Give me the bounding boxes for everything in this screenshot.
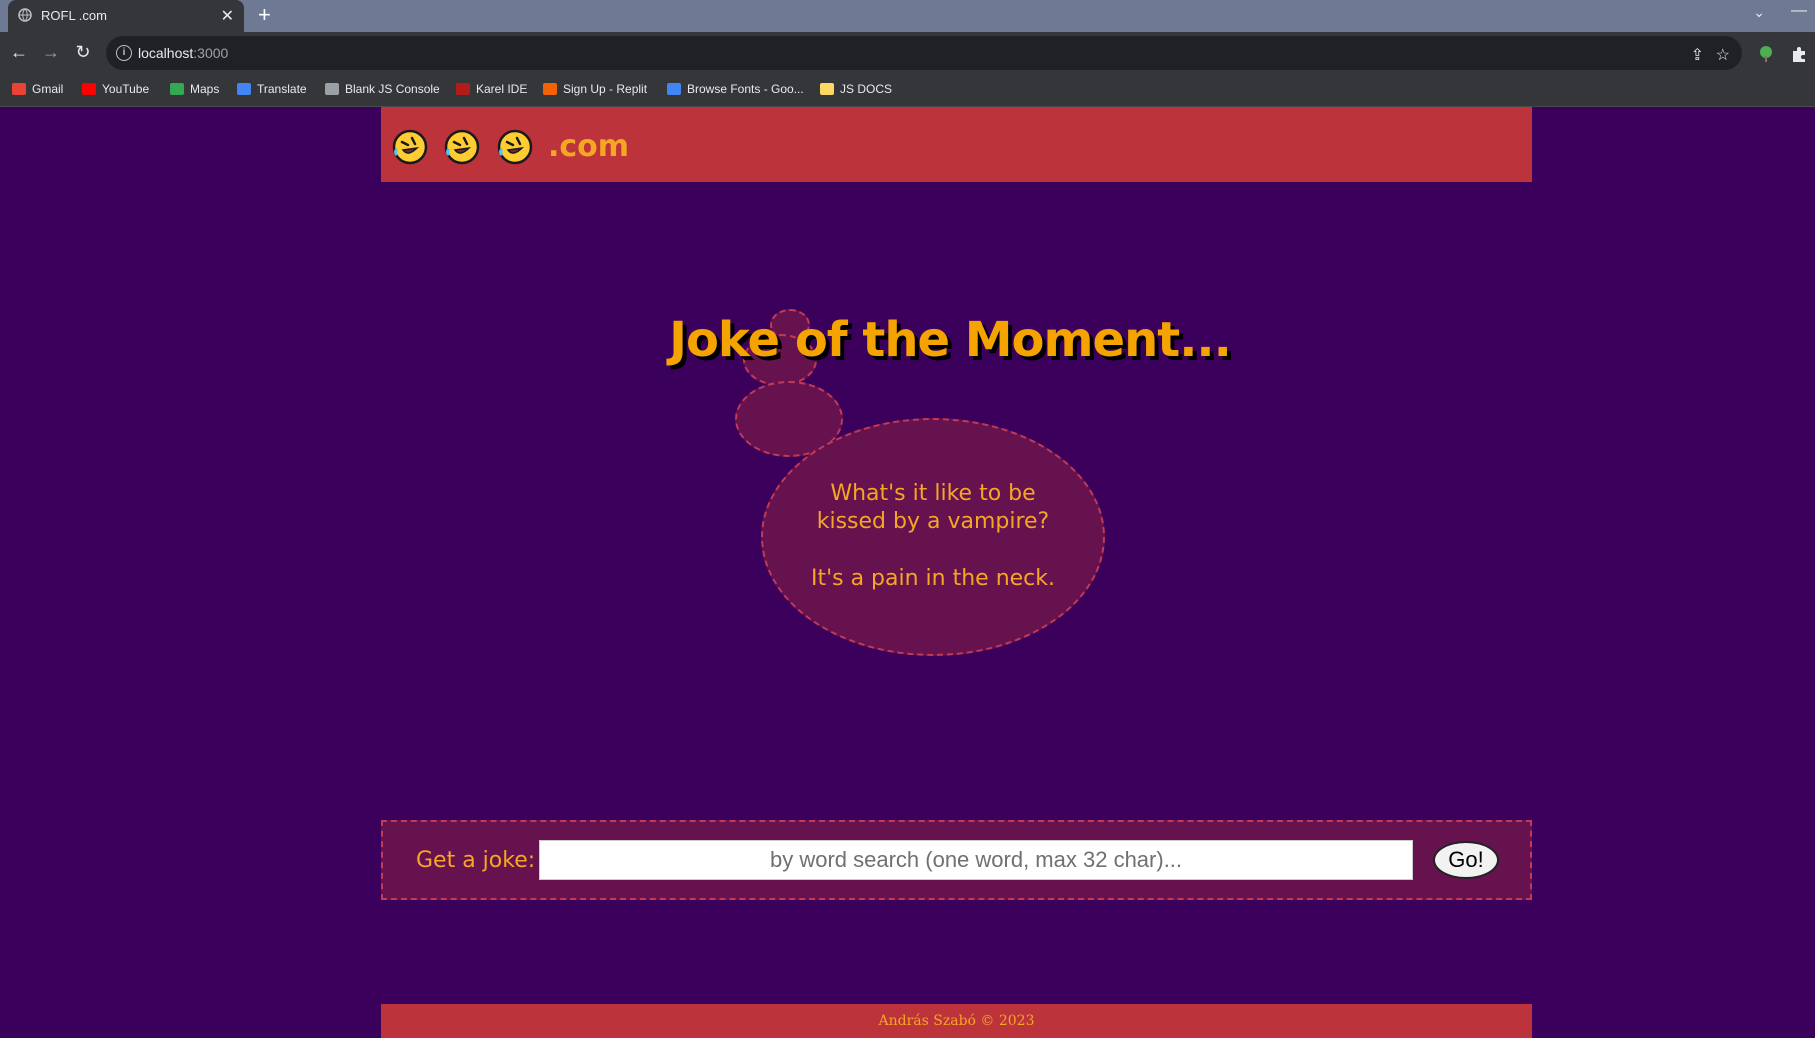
rofl-icon <box>392 129 428 165</box>
bookmark-item[interactable]: YouTube <box>82 82 149 96</box>
browser-tab[interactable]: ROFL .com ✕ <box>8 0 244 32</box>
tree-extension-icon[interactable] <box>1757 45 1775 63</box>
bookmark-label: JS DOCS <box>840 82 893 96</box>
bookmark-item[interactable]: Browse Fonts - Goo... <box>667 82 804 96</box>
footer-copyright: András Szabó © 2023 <box>878 1013 1035 1029</box>
bookmark-item[interactable]: JS DOCS <box>820 82 892 96</box>
back-icon[interactable]: ← <box>8 41 30 63</box>
forward-icon[interactable]: → <box>40 41 62 63</box>
search-label: Get a joke: <box>416 848 536 873</box>
site-footer: András Szabó © 2023 <box>381 1004 1532 1038</box>
bookmark-favicon-icon <box>820 83 834 95</box>
bookmark-item[interactable]: Sign Up - Replit <box>543 82 647 96</box>
site-header: .com <box>381 107 1532 182</box>
address-bar[interactable]: i localhost:3000 ⇪ ☆ <box>106 36 1742 70</box>
page-title: Joke of the Moment... <box>669 312 1232 368</box>
minimize-icon[interactable]: — <box>1791 2 1807 20</box>
share-icon[interactable]: ⇪ <box>1691 45 1704 65</box>
bookmark-favicon-icon <box>543 83 557 95</box>
bookmark-star-icon[interactable]: ☆ <box>1716 45 1730 65</box>
rofl-icon <box>497 129 533 165</box>
bookmark-label: YouTube <box>102 82 150 96</box>
bookmark-item[interactable]: Blank JS Console <box>325 82 440 96</box>
bookmark-label: Blank JS Console <box>345 82 440 96</box>
bookmark-label: Sign Up - Replit <box>563 82 648 96</box>
joke-search-form: Get a joke: Go! <box>381 820 1532 900</box>
reload-icon[interactable]: ↻ <box>72 41 94 63</box>
bookmark-favicon-icon <box>325 83 339 95</box>
rofl-icon <box>444 129 480 165</box>
bookmark-item[interactable]: Karel IDE <box>456 82 527 96</box>
site-info-icon[interactable]: i <box>116 45 132 61</box>
tab-strip: ROFL .com ✕ + ⌄ — <box>0 0 1815 32</box>
bookmark-label: Karel IDE <box>476 82 528 96</box>
url-text: localhost:3000 <box>138 45 229 61</box>
bookmark-favicon-icon <box>12 83 26 95</box>
bookmark-item[interactable]: Gmail <box>12 82 63 96</box>
bookmark-item[interactable]: Translate <box>237 82 307 96</box>
new-tab-button[interactable]: + <box>258 3 271 27</box>
globe-icon <box>18 8 32 22</box>
tab-title: ROFL .com <box>41 8 107 23</box>
bookmark-item[interactable]: Maps <box>170 82 219 96</box>
extensions-puzzle-icon[interactable] <box>1790 45 1808 63</box>
bookmark-label: Browse Fonts - Goo... <box>687 82 804 96</box>
search-input[interactable] <box>539 840 1413 880</box>
bookmark-favicon-icon <box>667 83 681 95</box>
joke-bubble: What's it like to be kissed by a vampire… <box>761 418 1105 656</box>
bookmark-label: Gmail <box>32 82 64 96</box>
joke-question: What's it like to be kissed by a vampire… <box>816 481 1050 534</box>
close-tab-icon[interactable]: ✕ <box>221 6 234 26</box>
bookmark-favicon-icon <box>82 83 96 95</box>
joke-answer: It's a pain in the neck. <box>810 566 1056 591</box>
bookmark-label: Maps <box>190 82 220 96</box>
tab-search-icon[interactable]: ⌄ <box>1753 4 1765 21</box>
bookmarks-bar: Gmail YouTube Maps Translate Blank JS Consol… <box>0 74 1815 107</box>
go-button[interactable]: Go! <box>1433 841 1499 879</box>
browser-toolbar: ← → ↻ i localhost:3000 ⇪ ☆ <box>0 32 1815 74</box>
bookmark-favicon-icon <box>456 83 470 95</box>
logo-suffix: .com <box>548 129 630 164</box>
bookmark-favicon-icon <box>237 83 251 95</box>
bookmark-favicon-icon <box>170 83 184 95</box>
bookmark-label: Translate <box>257 82 307 96</box>
